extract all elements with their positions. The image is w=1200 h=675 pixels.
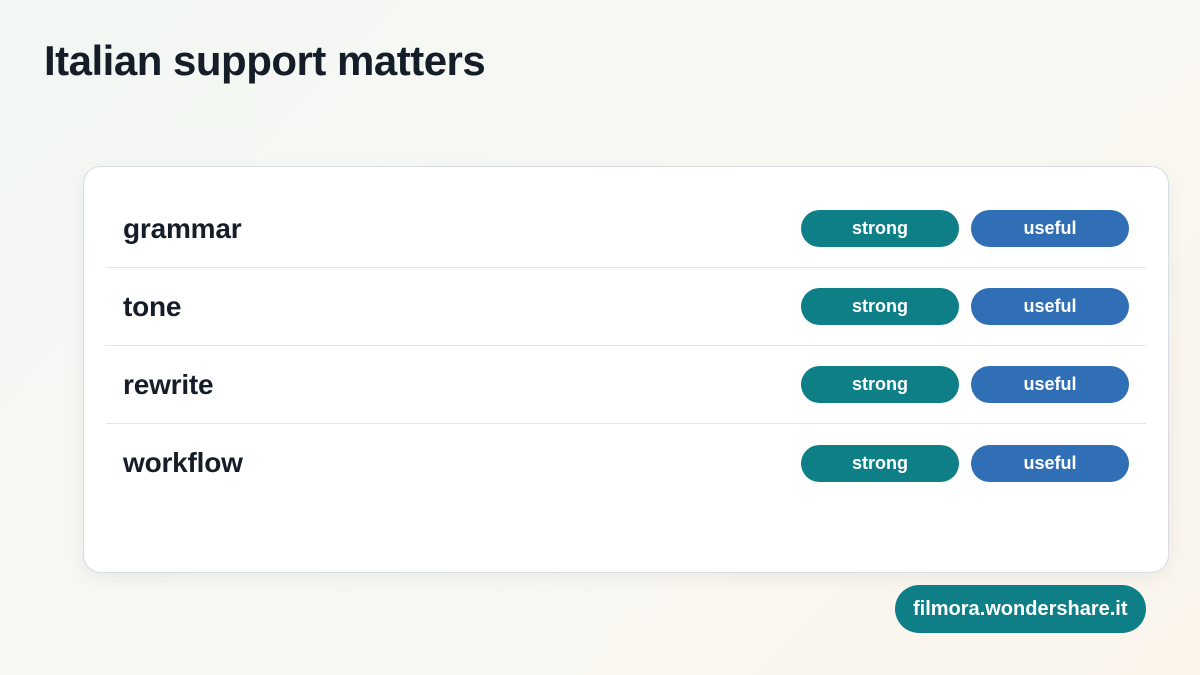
useful-tag: useful (971, 288, 1129, 325)
feature-row-grammar: grammar strong useful (106, 190, 1146, 268)
feature-row-tone: tone strong useful (106, 268, 1146, 346)
feature-row-workflow: workflow strong useful (106, 424, 1146, 502)
feature-label: grammar (123, 212, 242, 244)
strong-tag: strong (801, 444, 959, 482)
feature-label: rewrite (123, 368, 214, 400)
feature-label: workflow (123, 447, 243, 478)
feature-card: grammar strong useful tone strong useful… (83, 166, 1169, 573)
strong-tag: strong (801, 366, 959, 403)
useful-tag: useful (971, 366, 1129, 403)
strong-tag: strong (801, 288, 959, 325)
useful-tag: useful (971, 444, 1129, 482)
tag-group: strong useful (801, 210, 1129, 247)
strong-tag: strong (801, 210, 959, 247)
tag-group: strong useful (801, 288, 1129, 325)
feature-row-rewrite: rewrite strong useful (106, 346, 1146, 424)
feature-label: tone (123, 290, 182, 322)
tag-group: strong useful (801, 444, 1129, 482)
tag-group: strong useful (801, 366, 1129, 403)
useful-tag: useful (971, 210, 1129, 247)
site-link-badge[interactable]: filmora.wondershare.it (895, 585, 1146, 633)
page-title: Italian support matters (44, 37, 486, 84)
